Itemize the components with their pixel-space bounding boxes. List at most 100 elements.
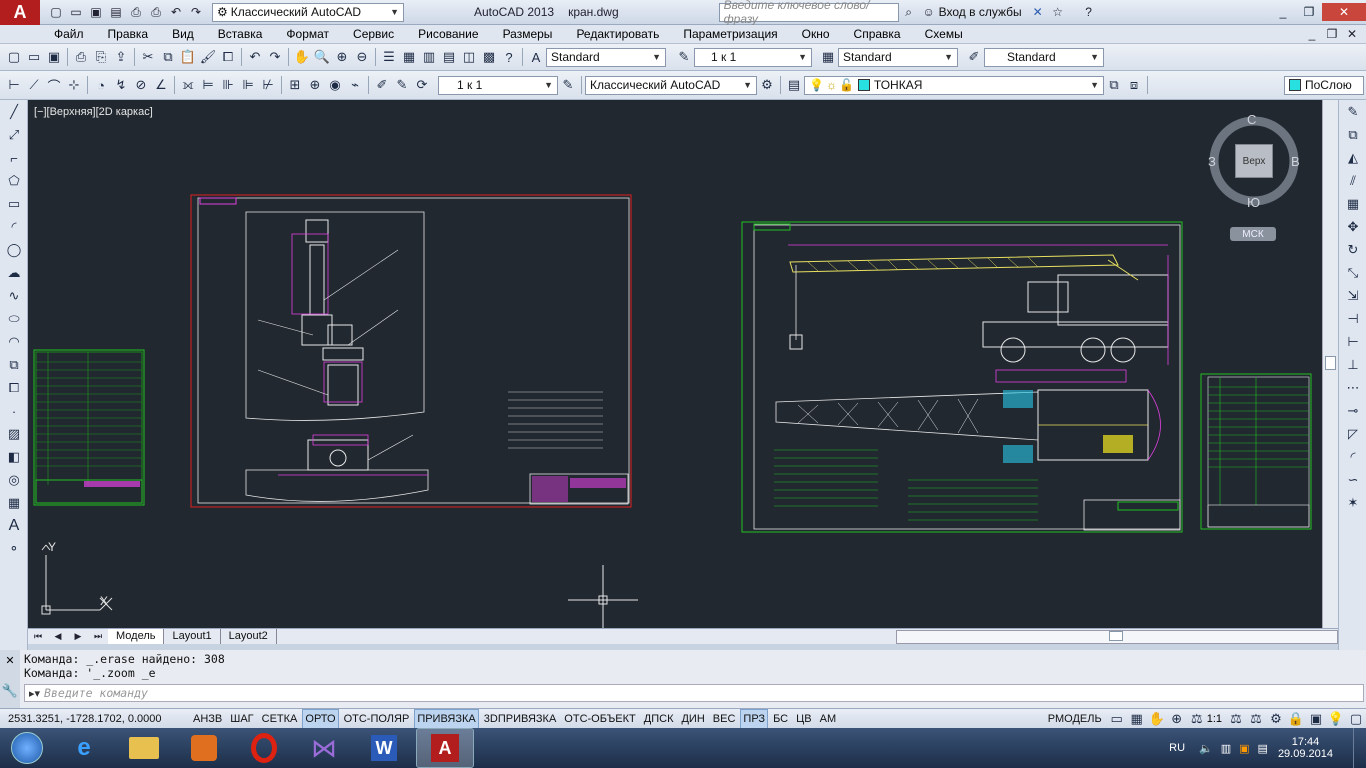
dim-ordinate-icon[interactable]: ⊹ xyxy=(64,75,84,95)
tab-layout2[interactable]: Layout2 xyxy=(221,629,277,644)
status-toggle-11[interactable]: ПРЗ xyxy=(740,708,769,729)
plot-icon[interactable]: ⎙ xyxy=(71,47,91,67)
undo-icon[interactable]: ↶ xyxy=(167,3,185,21)
status-toggle-10[interactable]: ВЕС xyxy=(710,709,739,729)
print-icon[interactable]: ⎙ xyxy=(147,3,165,21)
star-icon[interactable]: ☆ xyxy=(1049,3,1067,21)
dim-radius-icon[interactable]: ◔ xyxy=(91,75,111,95)
language-indicator[interactable]: RU xyxy=(1169,742,1185,754)
dim-baseline-icon[interactable]: ⊨ xyxy=(198,75,218,95)
dim-scale-select[interactable]: 1 к 1 ▼ xyxy=(694,47,812,67)
markup-icon[interactable]: ◫ xyxy=(459,47,479,67)
pan-icon[interactable]: ✋ xyxy=(292,47,312,67)
point-icon[interactable]: · xyxy=(3,400,25,422)
sheet-set-icon[interactable]: ▤ xyxy=(439,47,459,67)
save-icon[interactable]: ▣ xyxy=(87,3,105,21)
circle-icon[interactable]: ◯ xyxy=(3,239,25,261)
network-icon[interactable]: ▥ xyxy=(1221,742,1231,755)
layer-previous-icon[interactable]: ⧈ xyxy=(1124,75,1144,95)
quickview-drawings-icon[interactable]: ▦ xyxy=(1127,709,1147,729)
doc-restore-icon[interactable]: ❐ xyxy=(1323,25,1341,43)
annotation-scale-select[interactable]: 1 к 1 ▼ xyxy=(438,75,558,95)
close-icon[interactable]: ✕ xyxy=(1322,3,1366,21)
exchange-icon[interactable]: ✕ xyxy=(1029,3,1047,21)
last-tab-icon[interactable]: ⏭ xyxy=(89,628,107,646)
dim-update-icon[interactable]: ⟳ xyxy=(412,75,432,95)
layer-select[interactable]: 💡 ☼ 🔓 ТОНКАЯ ▼ xyxy=(804,75,1104,95)
volume-icon[interactable]: 🔈 xyxy=(1199,742,1213,755)
tool-palettes-icon[interactable]: ▥ xyxy=(419,47,439,67)
pan-status-icon[interactable]: ✋ xyxy=(1147,709,1167,729)
menu-edit[interactable]: Правка xyxy=(96,25,161,44)
signin-button[interactable]: Вход в службы xyxy=(939,5,1022,19)
join-icon[interactable]: ⊸ xyxy=(1342,400,1364,422)
vertical-scroll-thumb[interactable] xyxy=(1325,356,1336,370)
quickview-layouts-icon[interactable]: ▭ xyxy=(1107,709,1127,729)
saveas-icon[interactable]: ▤ xyxy=(107,3,125,21)
dim-space-icon[interactable]: ⊫ xyxy=(238,75,258,95)
move-icon[interactable]: ✥ xyxy=(1342,216,1364,238)
status-toggle-7[interactable]: ОТС-ОБЪЕКТ xyxy=(561,709,638,729)
zoom-realtime-icon[interactable]: 🔍 xyxy=(312,47,332,67)
publish-icon[interactable]: ⎙ xyxy=(127,3,145,21)
stretch-icon[interactable]: ⇲ xyxy=(1342,285,1364,307)
annotation-scale-icon[interactable]: ⚖ xyxy=(1187,709,1207,729)
taskbar-autocad[interactable]: A xyxy=(416,728,474,768)
menu-help[interactable]: Справка xyxy=(842,25,913,44)
dim-linear-icon[interactable]: ⊢ xyxy=(4,75,24,95)
copy-object-icon[interactable]: ⧉ xyxy=(1342,124,1364,146)
redo-icon[interactable]: ↷ xyxy=(265,47,285,67)
status-toggle-12[interactable]: БС xyxy=(770,709,791,729)
dim-edit-icon[interactable]: ✐ xyxy=(372,75,392,95)
tolerance-icon[interactable]: ⊞ xyxy=(285,75,305,95)
redo-icon[interactable]: ↷ xyxy=(187,3,205,21)
dim-style-manager-icon[interactable]: ✎ xyxy=(558,75,578,95)
menu-modify[interactable]: Редактировать xyxy=(564,25,671,44)
matchprop-icon[interactable]: 🖌 xyxy=(198,47,218,67)
model-space-button[interactable]: РМОДЕЛЬ xyxy=(1045,709,1105,729)
ucs-menu-button[interactable]: МСК xyxy=(1230,227,1276,241)
viewcube-east[interactable]: В xyxy=(1291,154,1300,169)
table-icon[interactable]: ▦ xyxy=(3,492,25,514)
quick-dim-icon[interactable]: ⟗ xyxy=(178,75,198,95)
ellipse-icon[interactable]: ⬭ xyxy=(3,308,25,330)
taskbar-word[interactable]: W xyxy=(356,729,412,767)
vertical-scrollbar[interactable] xyxy=(1322,100,1338,628)
restore-icon[interactable]: ❐ xyxy=(1296,3,1322,21)
dim-break-icon[interactable]: ⊬ xyxy=(258,75,278,95)
break-at-point-icon[interactable]: ⊥ xyxy=(1342,354,1364,376)
menu-window[interactable]: Окно xyxy=(790,25,842,44)
table-style-select[interactable]: Standard ▼ xyxy=(984,47,1104,67)
status-toggle-5[interactable]: ПРИВЯЗКА xyxy=(414,708,479,729)
revcloud-icon[interactable]: ☁ xyxy=(3,262,25,284)
first-tab-icon[interactable]: ⏮ xyxy=(29,628,47,646)
hatch-icon[interactable]: ▨ xyxy=(3,423,25,445)
insert-block-icon[interactable]: ⧉ xyxy=(3,354,25,376)
inspect-icon[interactable]: ◉ xyxy=(325,75,345,95)
center-mark-icon[interactable]: ⊕ xyxy=(305,75,325,95)
close-icon[interactable]: ✕ xyxy=(0,654,20,667)
zoom-window-icon[interactable]: ⊕ xyxy=(332,47,352,67)
status-toggle-2[interactable]: СЕТКА xyxy=(259,709,301,729)
break-icon[interactable]: ⋯ xyxy=(1342,377,1364,399)
status-toggle-3[interactable]: ОРТО xyxy=(302,708,339,729)
dim-aligned-icon[interactable]: ⟋ xyxy=(24,75,44,95)
menu-file[interactable]: Файл xyxy=(42,25,96,44)
chamfer-icon[interactable]: ◸ xyxy=(1342,423,1364,445)
polygon-icon[interactable]: ⬠ xyxy=(3,170,25,192)
arc-icon[interactable]: ◜ xyxy=(3,216,25,238)
layer-properties-icon[interactable]: ▤ xyxy=(784,75,804,95)
mtext-icon[interactable]: A xyxy=(3,515,25,537)
isolate-objects-icon[interactable]: 💡 xyxy=(1326,709,1346,729)
rectangle-icon[interactable]: ▭ xyxy=(3,193,25,215)
ellipse-arc-icon[interactable]: ◠ xyxy=(3,331,25,353)
block-editor-icon[interactable]: ⧠ xyxy=(218,47,238,67)
dim-style-select[interactable]: Standard ▼ xyxy=(838,47,958,67)
command-prompt-icon[interactable]: ▸▾ xyxy=(29,687,40,700)
menu-tools[interactable]: Сервис xyxy=(341,25,406,44)
jogged-linear-icon[interactable]: ⌁ xyxy=(345,75,365,95)
properties-icon[interactable]: ☰ xyxy=(379,47,399,67)
polyline-icon[interactable]: ⌐ xyxy=(3,147,25,169)
drawing-canvas[interactable] xyxy=(28,100,1338,628)
command-grip[interactable]: ✕ 🔧 xyxy=(0,650,20,708)
